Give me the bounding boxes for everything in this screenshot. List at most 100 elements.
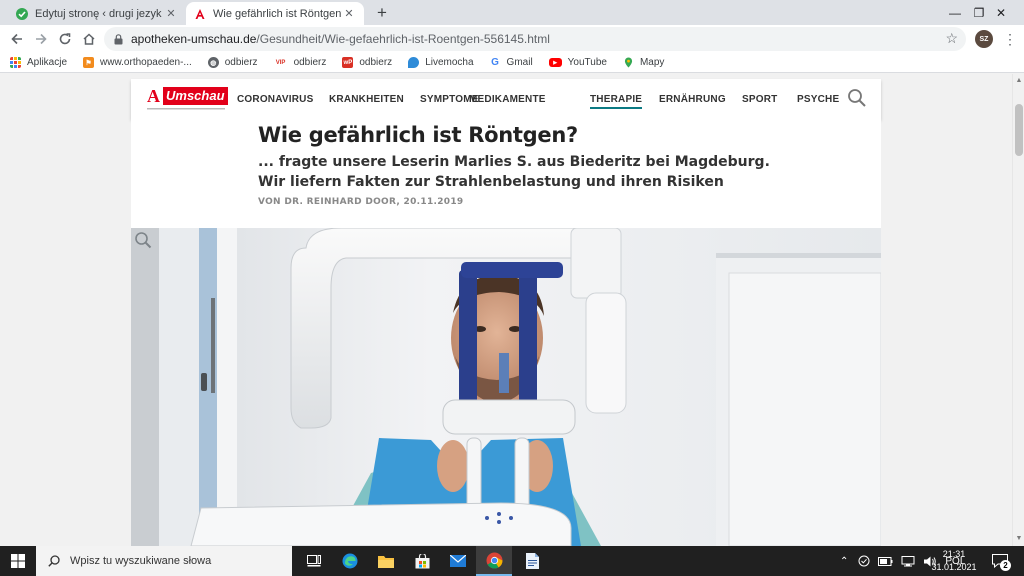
maps-pin-icon xyxy=(624,57,633,68)
taskbar-document[interactable] xyxy=(514,546,550,576)
bookmark-apps[interactable]: Aplikacje xyxy=(10,57,67,68)
bookmark-youtube[interactable]: ▶ YouTube xyxy=(548,57,607,68)
tab-strip: Edytuj stronę ‹ drugi jezyk - niem ✕ Wie… xyxy=(0,0,1024,25)
bookmarks-bar: Aplikacje ⚑ www.orthopaeden-... ◍ odbier… xyxy=(0,53,1024,73)
tab-title: Edytuj stronę ‹ drugi jezyk - niem xyxy=(35,7,164,20)
article-byline: VON DR. REINHARD DOOR, 20.11.2019 xyxy=(258,197,464,207)
task-view-button[interactable] xyxy=(296,546,332,576)
tray-app-icon[interactable] xyxy=(858,555,870,567)
scroll-down-icon[interactable]: ▼ xyxy=(1013,532,1024,546)
page-viewport: A Umschau CORONAVIRUS KRANKHEITEN SYMPTO… xyxy=(0,74,1012,546)
bookmark-gmail[interactable]: G Gmail xyxy=(489,57,533,68)
article-teaser: ... fragte unsere Leserin Marlies S. aus… xyxy=(258,154,770,190)
youtube-icon: ▶ xyxy=(548,58,562,67)
network-icon[interactable] xyxy=(901,555,915,567)
lock-icon xyxy=(114,33,123,44)
browser-toolbar: apotheken-umschau.de/Gesundheit/Wie-gefa… xyxy=(0,25,1024,53)
mail-icon xyxy=(450,555,466,567)
action-center-button[interactable]: 2 xyxy=(990,551,1012,571)
nav-psyche[interactable]: PSYCHE xyxy=(797,94,839,105)
nav-therapie[interactable]: THERAPIE xyxy=(590,94,643,109)
scroll-up-icon[interactable]: ▲ xyxy=(1013,74,1024,88)
taskbar-search-input[interactable]: Wpisz tu wyszukiwane słowa xyxy=(36,546,292,576)
wordpress-check-icon xyxy=(16,7,28,20)
reload-icon xyxy=(59,33,71,45)
nav-medikamente[interactable]: MEDIKAMENTE xyxy=(469,94,546,105)
taskbar-search-placeholder: Wpisz tu wyszukiwane słowa xyxy=(70,555,212,567)
bookmark-odbierz-1[interactable]: ◍ odbierz xyxy=(207,57,258,68)
nav-ernaehrung[interactable]: ERNÄHRUNG xyxy=(659,94,726,105)
article-hero-image[interactable] xyxy=(131,228,881,546)
home-button[interactable] xyxy=(78,28,100,50)
bookmark-odbierz-2[interactable]: VIP odbierz xyxy=(273,57,327,68)
clock-time: 21:31 xyxy=(942,549,966,559)
bookmark-label: odbierz xyxy=(293,57,327,68)
nav-coronavirus[interactable]: CORONAVIRUS xyxy=(237,94,313,105)
start-button[interactable] xyxy=(0,546,36,576)
taskbar-clock[interactable]: 21:31 31.01.2021 xyxy=(930,548,978,574)
arrow-right-icon xyxy=(36,33,47,45)
clock-date: 31.01.2021 xyxy=(931,562,977,572)
wp-icon: VIP xyxy=(273,57,288,68)
nav-sport[interactable]: SPORT xyxy=(742,94,777,105)
scrollbar-thumb[interactable] xyxy=(1015,104,1023,156)
article-header: Wie gefährlich ist Röntgen? ... fragte u… xyxy=(131,119,881,228)
wp-red-icon: wP xyxy=(342,57,354,68)
tab-close-icon[interactable]: ✕ xyxy=(342,7,356,20)
bookmark-odbierz-3[interactable]: wP odbierz xyxy=(342,57,392,68)
windows-taskbar: Wpisz tu wyszukiwane słowa ⌃ POL 21:31 3… xyxy=(0,546,1024,576)
profile-avatar[interactable]: SZ xyxy=(975,30,993,48)
bookmark-label: Aplikacje xyxy=(27,57,68,68)
apotheke-icon xyxy=(194,7,206,20)
folder-icon xyxy=(378,555,394,568)
tab-roentgen[interactable]: Wie gefährlich ist Röntgen? | Apo ✕ xyxy=(186,2,364,25)
search-icon xyxy=(48,555,60,567)
bookmark-livemocha[interactable]: Livemocha xyxy=(408,57,474,68)
logo-tagline-graphic xyxy=(147,108,225,110)
document-icon xyxy=(525,553,539,569)
bookmark-label: www.orthopaeden-... xyxy=(100,57,192,68)
site-navigation: A Umschau CORONAVIRUS KRANKHEITEN SYMPTO… xyxy=(131,79,881,119)
address-bar[interactable]: apotheken-umschau.de/Gesundheit/Wie-gefa… xyxy=(104,27,966,51)
tab-edytuj[interactable]: Edytuj stronę ‹ drugi jezyk - niem ✕ xyxy=(8,2,186,25)
livemocha-icon xyxy=(408,57,420,68)
taskbar-file-explorer[interactable] xyxy=(368,546,404,576)
zoom-icon[interactable] xyxy=(134,231,152,249)
taskbar-chrome[interactable] xyxy=(476,546,512,576)
runner-icon: ⚑ xyxy=(83,57,95,68)
task-view-icon xyxy=(307,555,321,567)
bookmark-label: odbierz xyxy=(224,57,258,68)
url-path: /Gesundheit/Wie-gefaehrlich-ist-Roentgen… xyxy=(256,32,550,46)
bookmark-orthopaeden[interactable]: ⚑ www.orthopaeden-... xyxy=(83,57,192,68)
bookmark-label: Livemocha xyxy=(425,57,474,68)
battery-icon[interactable] xyxy=(878,556,893,566)
chrome-icon xyxy=(486,552,502,568)
tab-title: Wie gefährlich ist Röntgen? | Apo xyxy=(213,7,342,20)
tab-close-icon[interactable]: ✕ xyxy=(164,7,178,20)
apotheke-a-icon: A xyxy=(147,86,160,106)
taskbar-store[interactable] xyxy=(404,546,440,576)
page-scrollbar[interactable]: ▲ ▼ xyxy=(1012,74,1024,546)
window-close-button[interactable]: ✕ xyxy=(978,0,1024,25)
bookmark-star-icon[interactable]: ☆ xyxy=(945,30,958,47)
bookmark-label: Mapy xyxy=(639,57,665,68)
article-headline: Wie gefährlich ist Röntgen? xyxy=(258,123,578,147)
bookmark-label: odbierz xyxy=(359,57,393,68)
edge-icon xyxy=(342,553,358,569)
browser-menu-icon[interactable]: ⋮ xyxy=(1003,29,1017,49)
arrow-left-icon xyxy=(11,33,22,45)
back-button[interactable] xyxy=(6,28,28,50)
store-bag-icon xyxy=(415,553,429,568)
bookmark-label: Gmail xyxy=(506,57,533,68)
google-icon: G xyxy=(489,57,501,68)
forward-button[interactable] xyxy=(30,28,52,50)
taskbar-edge[interactable] xyxy=(332,546,368,576)
reload-button[interactable] xyxy=(54,28,76,50)
taskbar-mail[interactable] xyxy=(440,546,476,576)
tray-chevron-up-icon[interactable]: ⌃ xyxy=(840,556,848,567)
bookmark-mapy[interactable]: Mapy xyxy=(623,57,664,68)
new-tab-button[interactable]: + xyxy=(372,3,392,23)
apotheken-umschau-logo[interactable]: A Umschau xyxy=(147,86,228,113)
nav-krankheiten[interactable]: KRANKHEITEN xyxy=(329,94,404,105)
search-icon[interactable] xyxy=(847,88,867,108)
